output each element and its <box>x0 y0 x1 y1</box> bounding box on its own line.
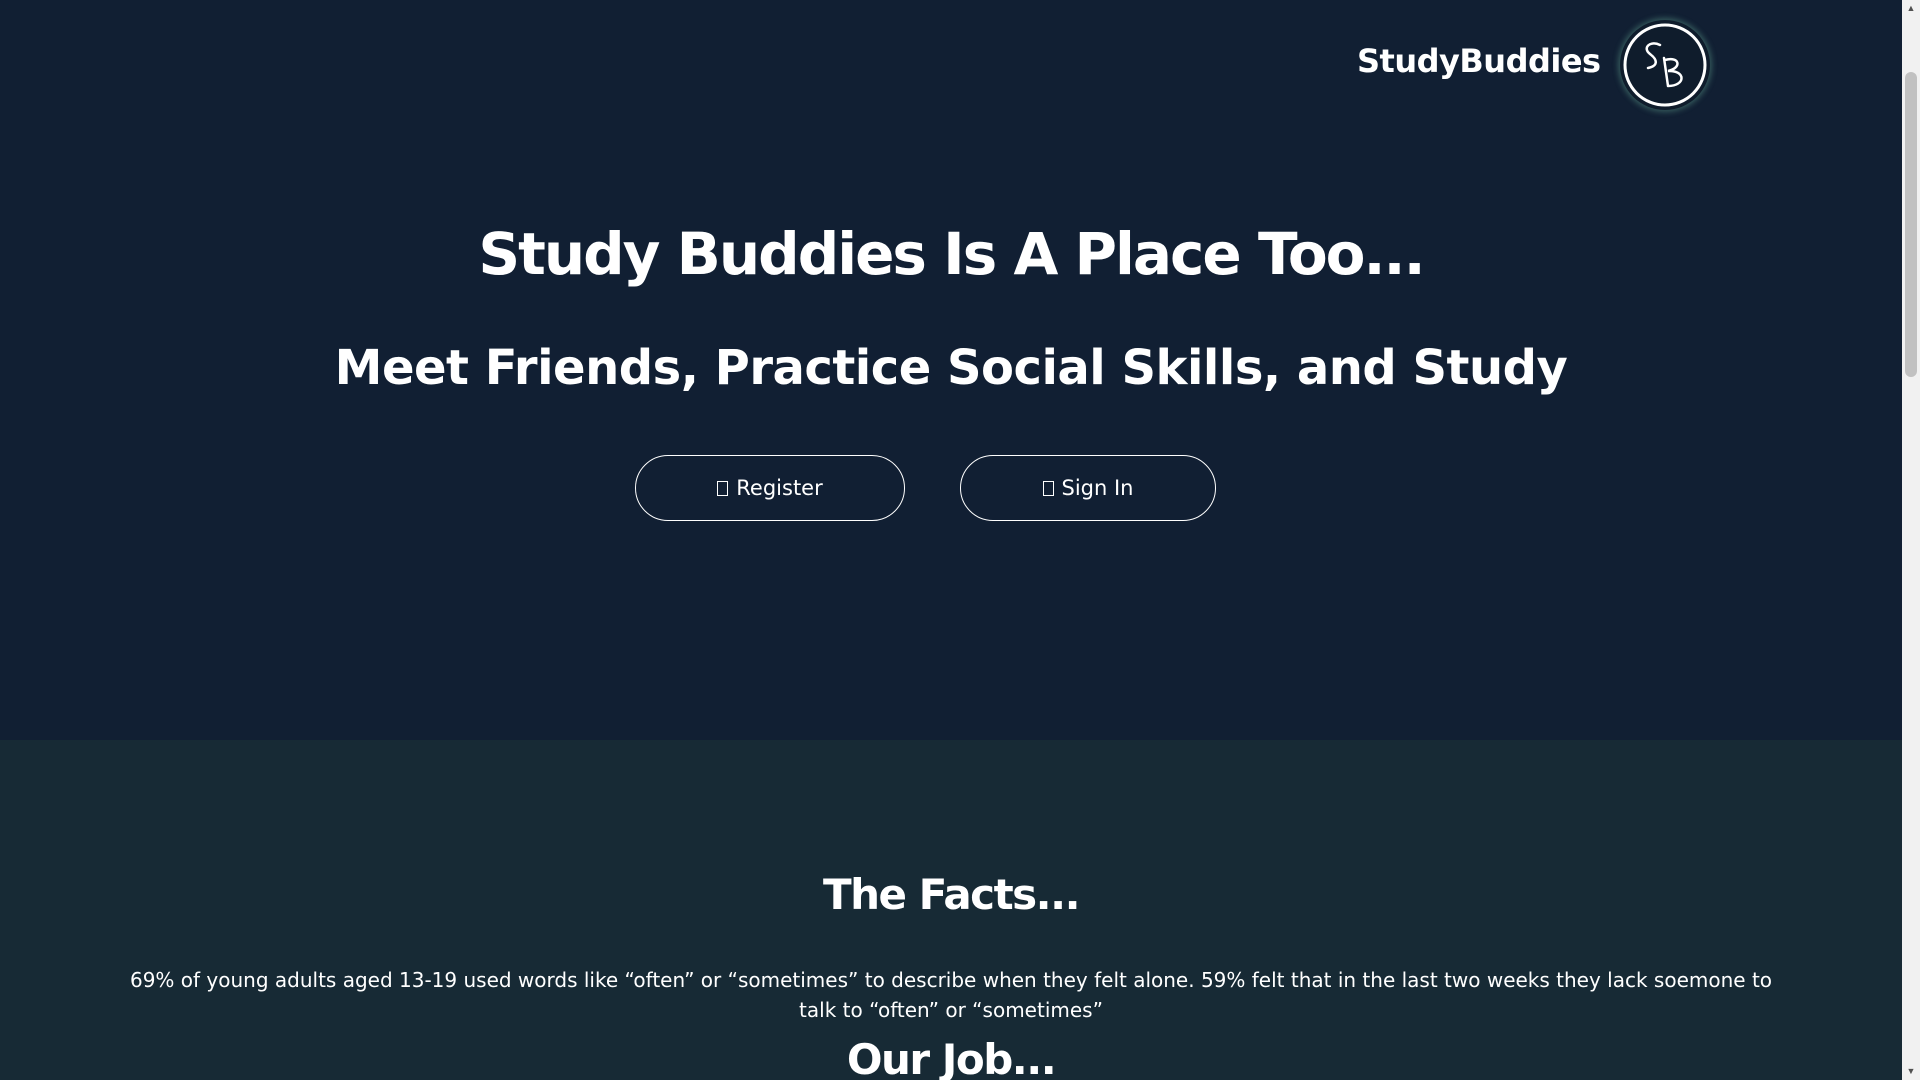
signin-label: Sign In <box>1061 476 1134 500</box>
register-icon <box>717 480 729 496</box>
brand-name[interactable]: StudyBuddies <box>1357 42 1601 80</box>
hero-subheadline: Meet Friends, Practice Social Skills, an… <box>334 340 1568 396</box>
scroll-thumb[interactable] <box>1905 72 1917 377</box>
register-button[interactable]: Register <box>635 455 905 521</box>
register-label: Register <box>736 476 823 500</box>
facts-title: The Facts... <box>822 870 1081 919</box>
job-title: Our Job... <box>846 1035 1057 1080</box>
scroll-down-icon[interactable]: ▼ <box>1902 1063 1920 1080</box>
facts-section: The Facts... 69% of young adults aged 13… <box>0 740 1902 1080</box>
scroll-up-icon[interactable]: ▲ <box>1902 0 1920 17</box>
hero-headline: Study Buddies Is A Place Too... <box>478 220 1425 288</box>
logo-icon <box>1623 23 1707 107</box>
facts-text: 69% of young adults aged 13-19 used word… <box>129 968 1773 1022</box>
vertical-scrollbar[interactable]: ▲ ▼ <box>1902 0 1920 1080</box>
hero-section: StudyBuddies Study Buddies Is A Place To… <box>0 0 1902 740</box>
signin-button[interactable]: Sign In <box>960 455 1216 521</box>
landing-page: StudyBuddies Study Buddies Is A Place To… <box>0 0 1902 1080</box>
logo[interactable] <box>1620 20 1710 110</box>
signin-icon <box>1042 480 1054 496</box>
